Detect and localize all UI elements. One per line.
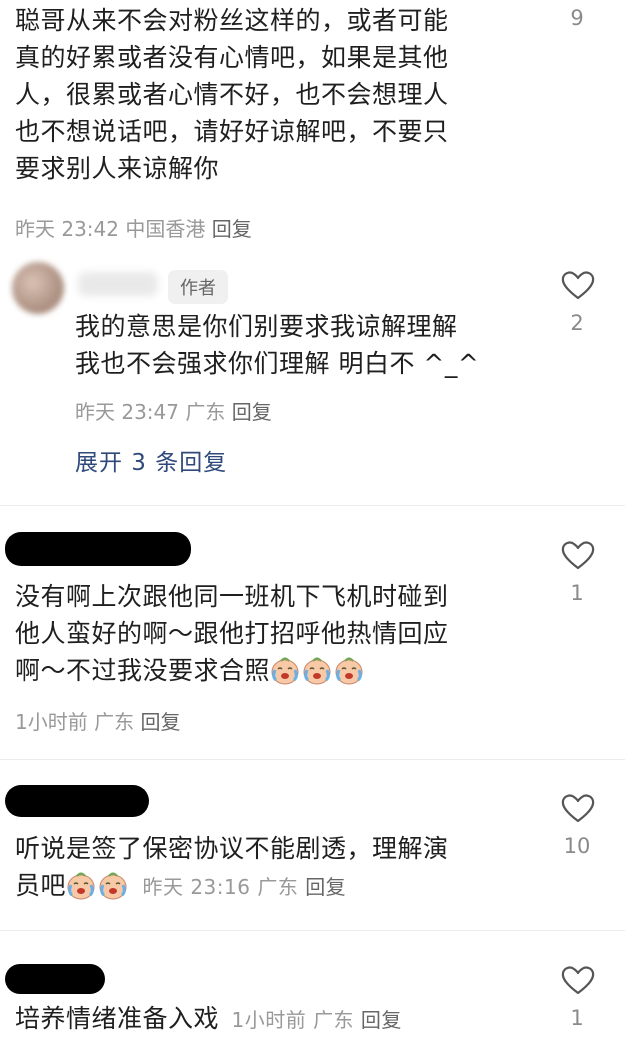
comment-meta: 昨天 23:47 广东 回复 xyxy=(75,396,272,425)
comment-line: 人，很累或者心情不好，也不会想理人 xyxy=(15,80,449,109)
comment-location: 广东 xyxy=(313,1008,355,1032)
comment-meta: 1小时前 广东 回复 xyxy=(15,706,180,735)
crying-laughing-emoji-icon xyxy=(270,657,300,685)
comment-line: 要求别人来谅解你 xyxy=(15,154,220,183)
avatar[interactable] xyxy=(12,262,64,314)
comment-text: 没有啊上次跟他同一班机下飞机时碰到 他人蛮好的啊～跟他打招呼他热情回应 啊～不过… xyxy=(15,578,525,689)
reply-button[interactable]: 回复 xyxy=(305,875,346,899)
heart-icon[interactable] xyxy=(561,793,595,823)
heart-icon[interactable] xyxy=(561,965,595,995)
divider xyxy=(0,759,625,760)
comment-line: 也不想说话吧，请好好谅解吧，不要只 xyxy=(15,117,449,146)
comment-line: 员吧 昨天 23:16 广东 回复 xyxy=(15,867,525,906)
comment-line: 听说是签了保密协议不能剧透，理解演 xyxy=(15,834,449,863)
comment-time: 1小时前 xyxy=(231,1008,307,1032)
comment-location: 中国香港 xyxy=(125,217,206,241)
reply-button[interactable]: 回复 xyxy=(140,710,180,734)
reply-button[interactable]: 回复 xyxy=(212,217,252,241)
username-redacted[interactable] xyxy=(5,532,191,566)
reply-button[interactable]: 回复 xyxy=(361,1008,402,1032)
like-count: 1 xyxy=(570,581,584,605)
comment-line: 啊～不过我没要求合照 xyxy=(15,652,525,689)
comment-time: 昨天 23:42 xyxy=(15,217,119,241)
comment-line: 聪哥从来不会对粉丝这样的，或者可能 xyxy=(15,6,449,35)
like-count: 1 xyxy=(570,1006,584,1030)
comment-text: 听说是签了保密协议不能剧透，理解演 员吧 昨天 23:16 广东 回复 xyxy=(15,830,525,906)
heart-icon[interactable] xyxy=(561,540,595,570)
comment-line: 我的意思是你们别要求我谅解理解 xyxy=(75,312,458,341)
crying-laughing-emoji-icon xyxy=(334,657,364,685)
crying-laughing-emoji-icon xyxy=(98,872,128,900)
comment-location: 广东 xyxy=(185,400,226,424)
comment-line: 他人蛮好的啊～跟他打招呼他热情回应 xyxy=(15,619,449,648)
comment-meta: 1小时前 广东 回复 xyxy=(231,1008,401,1032)
comment-line: 我也不会强求你们理解 明白不 ^_^ xyxy=(75,349,480,378)
comment-text: 培养情绪准备入戏 1小时前 广东 回复 xyxy=(15,1000,525,1039)
comment-location: 广东 xyxy=(257,875,299,899)
like-count: 10 xyxy=(563,834,591,858)
comment-text: 我的意思是你们别要求我谅解理解 我也不会强求你们理解 明白不 ^_^ xyxy=(75,308,535,382)
comment-line: 真的好累或者没有心情吧，如果是其他 xyxy=(15,43,449,72)
comment-time: 昨天 23:47 xyxy=(75,400,179,424)
comment-line: 培养情绪准备入戏 1小时前 广东 回复 xyxy=(15,1000,525,1039)
comment-time: 1小时前 xyxy=(15,710,88,734)
crying-laughing-emoji-icon xyxy=(302,657,332,685)
comment-text: 聪哥从来不会对粉丝这样的，或者可能 真的好累或者没有心情吧，如果是其他 人，很累… xyxy=(15,2,515,187)
comment-line-text: 培养情绪准备入戏 xyxy=(15,1004,220,1033)
author-badge: 作者 xyxy=(168,270,228,304)
username-redacted[interactable] xyxy=(5,964,105,994)
comment-line-text: 员吧 xyxy=(15,871,67,900)
comment-meta: 昨天 23:16 广东 回复 xyxy=(142,875,346,899)
crying-laughing-emoji-icon xyxy=(66,872,96,900)
username-redacted[interactable] xyxy=(5,785,149,817)
expand-replies-link[interactable]: 展开 3 条回复 xyxy=(75,443,227,477)
comment-time: 昨天 23:16 xyxy=(142,875,251,899)
divider xyxy=(0,505,625,506)
reply-button[interactable]: 回复 xyxy=(232,400,272,424)
comment-meta: 昨天 23:42 中国香港 回复 xyxy=(15,213,252,242)
heart-icon[interactable] xyxy=(561,270,595,300)
comment-location: 广东 xyxy=(94,710,135,734)
divider xyxy=(0,930,625,931)
comment-line-text: 啊～不过我没要求合照 xyxy=(15,656,271,685)
username-blurred[interactable] xyxy=(78,272,158,296)
like-count: 2 xyxy=(570,311,584,335)
like-count: 9 xyxy=(570,6,584,30)
comment-line: 没有啊上次跟他同一班机下飞机时碰到 xyxy=(15,582,449,611)
